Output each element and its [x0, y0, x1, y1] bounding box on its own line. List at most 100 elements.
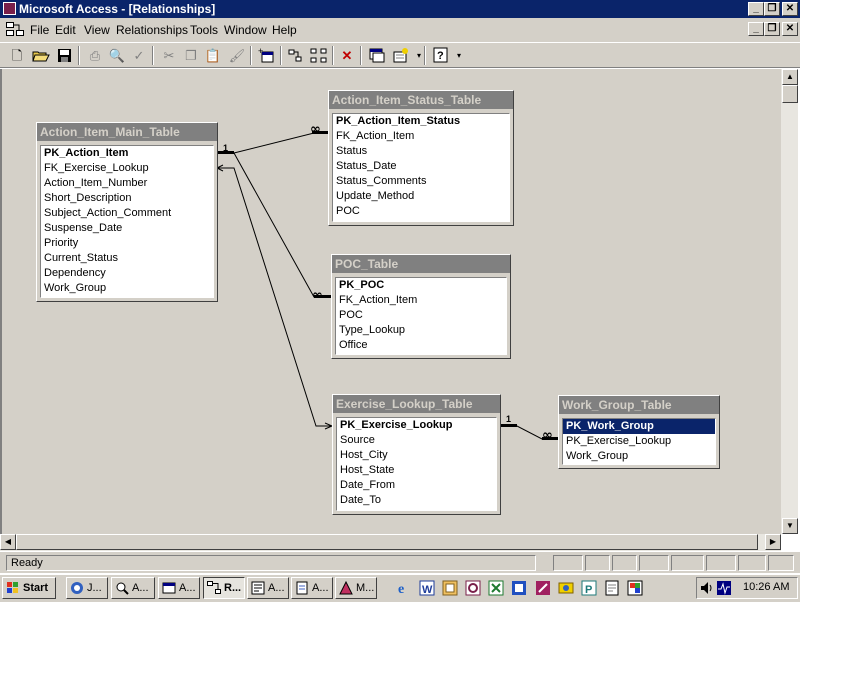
- save-icon[interactable]: [56, 47, 74, 64]
- field-list[interactable]: PK_POC FK_Action_Item POC Type_Lookup Of…: [335, 277, 507, 355]
- menu-edit[interactable]: Edit: [55, 23, 76, 37]
- table-caption[interactable]: Action_Item_Status_Table: [329, 91, 513, 109]
- task-button-5[interactable]: A...: [247, 577, 289, 599]
- word-icon[interactable]: W: [419, 580, 435, 596]
- spelling-icon[interactable]: ✓: [130, 47, 148, 64]
- task-button-2[interactable]: A...: [111, 577, 155, 599]
- field-item[interactable]: FK_Action_Item: [333, 129, 509, 144]
- field-item[interactable]: Status_Date: [333, 159, 509, 174]
- field-item[interactable]: Subject_Action_Comment: [41, 206, 213, 221]
- task-button-6[interactable]: A...: [291, 577, 333, 599]
- clock[interactable]: 10:26 AM: [743, 581, 789, 593]
- new-icon[interactable]: 🗋: [8, 47, 26, 64]
- table-exercise-lookup[interactable]: Exercise_Lookup_Table PK_Exercise_Lookup…: [332, 394, 501, 515]
- field-item[interactable]: Source: [337, 433, 496, 448]
- field-item[interactable]: Date_From: [337, 478, 496, 493]
- menu-relationships[interactable]: Relationships: [116, 23, 188, 37]
- horizontal-scrollbar[interactable]: ◀ ▶: [0, 534, 781, 551]
- excel-icon[interactable]: [488, 580, 504, 596]
- menu-tools[interactable]: Tools: [190, 23, 218, 37]
- field-item[interactable]: Update_Method: [333, 189, 509, 204]
- task-button-3[interactable]: A...: [158, 577, 200, 599]
- relationship-main-poc[interactable]: [216, 152, 333, 298]
- menu-window[interactable]: Window: [224, 23, 267, 37]
- print-preview-icon[interactable]: 🔍: [108, 47, 126, 64]
- relationships-doc-icon[interactable]: [6, 22, 24, 37]
- new-object-icon[interactable]: [392, 47, 410, 64]
- field-item[interactable]: Type_Lookup: [336, 323, 506, 338]
- scroll-right-button[interactable]: ▶: [765, 534, 781, 550]
- field-list[interactable]: PK_Action_Item FK_Exercise_Lookup Action…: [40, 145, 214, 298]
- table-caption[interactable]: Work_Group_Table: [559, 396, 719, 414]
- access-icon[interactable]: [465, 580, 481, 596]
- ie-icon[interactable]: e: [396, 580, 412, 596]
- scroll-left-button[interactable]: ◀: [0, 534, 16, 550]
- vertical-scroll-thumb[interactable]: [782, 85, 798, 103]
- field-item[interactable]: FK_Action_Item: [336, 293, 506, 308]
- task-button-7[interactable]: M...: [335, 577, 377, 599]
- scroll-down-button[interactable]: ▼: [782, 518, 798, 534]
- menu-help[interactable]: Help: [272, 23, 297, 37]
- start-button[interactable]: Start: [2, 577, 56, 599]
- powerpoint-icon[interactable]: P: [581, 580, 597, 596]
- menu-file[interactable]: File: [30, 23, 49, 37]
- field-item[interactable]: PK_Exercise_Lookup: [337, 418, 496, 433]
- field-item[interactable]: Host_State: [337, 463, 496, 478]
- show-direct-icon[interactable]: [286, 47, 304, 64]
- volume-icon[interactable]: [700, 581, 714, 595]
- field-item[interactable]: Date_To: [337, 493, 496, 508]
- paste-icon[interactable]: 📋: [204, 47, 222, 64]
- access-app-icon[interactable]: [3, 2, 16, 15]
- close-button[interactable]: ✕: [782, 2, 798, 16]
- publisher-icon[interactable]: [535, 580, 551, 596]
- copy-icon[interactable]: ❐: [182, 47, 200, 64]
- frontpage-icon[interactable]: [511, 580, 527, 596]
- notepad-icon[interactable]: [604, 580, 620, 596]
- database-window-icon[interactable]: [368, 47, 386, 64]
- open-icon[interactable]: [32, 47, 50, 64]
- help-icon[interactable]: ?: [432, 47, 450, 64]
- table-action-item-status[interactable]: Action_Item_Status_Table PK_Action_Item_…: [328, 90, 514, 226]
- field-item[interactable]: Status: [333, 144, 509, 159]
- outlook-icon[interactable]: [442, 580, 458, 596]
- field-item[interactable]: PK_Action_Item: [41, 146, 213, 161]
- doc-restore-button[interactable]: ❐: [764, 22, 780, 36]
- format-painter-icon[interactable]: 🖌: [228, 47, 246, 64]
- task-button-1[interactable]: J...: [66, 577, 108, 599]
- field-list[interactable]: PK_Exercise_Lookup Source Host_City Host…: [336, 417, 497, 511]
- field-item[interactable]: POC: [336, 308, 506, 323]
- field-item[interactable]: Short_Description: [41, 191, 213, 206]
- field-item[interactable]: Dependency: [41, 266, 213, 281]
- field-item[interactable]: Status_Comments: [333, 174, 509, 189]
- menu-view[interactable]: View: [84, 23, 110, 37]
- show-all-icon[interactable]: [310, 47, 328, 64]
- field-item[interactable]: Action_Item_Number: [41, 176, 213, 191]
- table-work-group[interactable]: Work_Group_Table PK_Work_Group PK_Exerci…: [558, 395, 720, 469]
- table-caption[interactable]: POC_Table: [332, 255, 510, 273]
- field-list[interactable]: PK_Work_Group PK_Exercise_Lookup Work_Gr…: [562, 418, 716, 465]
- show-table-icon[interactable]: +: [258, 46, 276, 64]
- paint-icon[interactable]: [627, 580, 643, 596]
- field-item[interactable]: Suspense_Date: [41, 221, 213, 236]
- cut-icon[interactable]: ✂: [160, 47, 178, 64]
- scroll-up-button[interactable]: ▲: [782, 69, 798, 85]
- field-item[interactable]: Host_City: [337, 448, 496, 463]
- table-poc[interactable]: POC_Table PK_POC FK_Action_Item POC Type…: [331, 254, 511, 359]
- vertical-scrollbar[interactable]: ▲ ▼: [781, 69, 798, 534]
- field-item[interactable]: Work_Group: [563, 449, 715, 464]
- field-item[interactable]: PK_Action_Item_Status: [333, 114, 509, 129]
- table-caption[interactable]: Action_Item_Main_Table: [37, 123, 217, 141]
- field-item[interactable]: FK_Exercise_Lookup: [41, 161, 213, 176]
- doc-minimize-button[interactable]: _: [748, 22, 764, 36]
- table-action-item-main[interactable]: Action_Item_Main_Table PK_Action_Item FK…: [36, 122, 218, 302]
- field-list[interactable]: PK_Action_Item_Status FK_Action_Item Sta…: [332, 113, 510, 222]
- restore-button[interactable]: ❐: [764, 2, 780, 16]
- delete-icon[interactable]: ✕: [338, 47, 356, 64]
- field-item[interactable]: Current_Status: [41, 251, 213, 266]
- help-dropdown-icon[interactable]: ▾: [450, 47, 468, 64]
- photo-icon[interactable]: [558, 580, 574, 596]
- table-caption[interactable]: Exercise_Lookup_Table: [333, 395, 500, 413]
- horizontal-scroll-thumb[interactable]: [16, 534, 758, 550]
- field-item[interactable]: Priority: [41, 236, 213, 251]
- network-monitor-icon[interactable]: [717, 581, 731, 595]
